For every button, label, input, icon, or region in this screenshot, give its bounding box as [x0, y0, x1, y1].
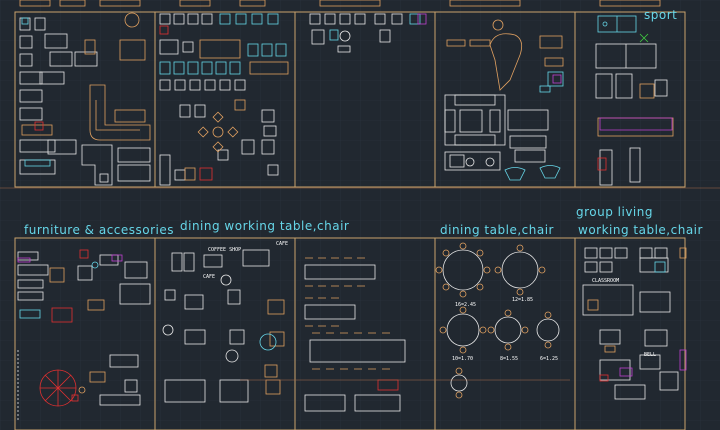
label-table-6: 6=1.25 [540, 356, 559, 362]
label-cafe-2: CAFE [203, 274, 216, 280]
label-table-12: 12=1.85 [512, 297, 534, 303]
label-sport: sport [644, 8, 678, 22]
label-table-8: 8=1.55 [500, 356, 519, 362]
label-dining-working: dining working table,chair [180, 219, 350, 233]
label-classroom: CLASSROOM [592, 278, 620, 284]
label-cafe-1: CAFE [276, 241, 289, 247]
label-furniture: furniture & accessories [24, 223, 175, 237]
label-bell: BELL [644, 352, 657, 358]
label-group-living: group living [576, 205, 653, 219]
label-table-16: 16=2.45 [455, 302, 477, 308]
label-table-10: 10=1.70 [452, 356, 474, 362]
label-coffee-shop: COFFEE SHOP [208, 247, 242, 253]
umbrella [39, 369, 77, 407]
label-working-table: working table,chair [578, 223, 703, 237]
label-dining-table: dining table,chair [440, 223, 554, 237]
